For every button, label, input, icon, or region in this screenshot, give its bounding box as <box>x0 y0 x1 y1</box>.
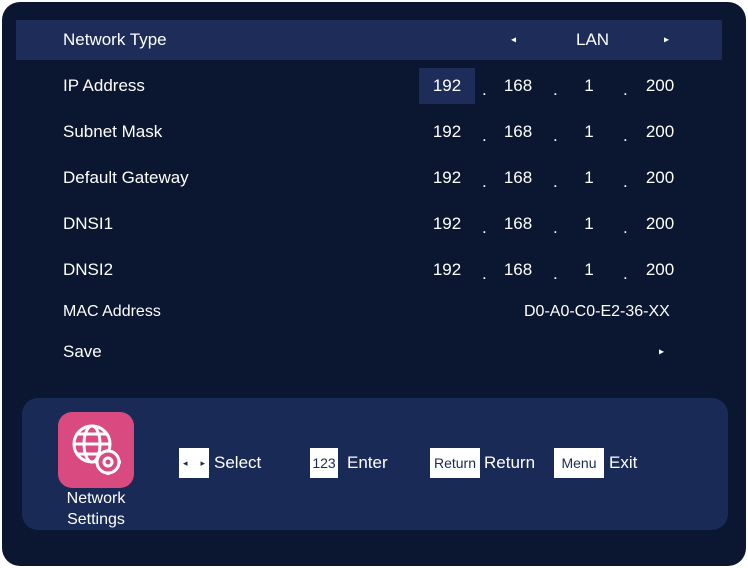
separator-dot: . <box>482 264 487 283</box>
return-hint: Return <box>484 453 536 472</box>
ip-address-row[interactable]: IP Address 192 . 168 . 1 . 200 <box>16 66 722 106</box>
subnet-mask-octet-1[interactable]: 192 <box>419 114 475 150</box>
select-hint: Select <box>214 453 262 472</box>
dns1-row[interactable]: DNSI1 192 . 168 . 1 . 200 <box>16 204 722 244</box>
separator-dot: . <box>623 264 628 283</box>
app-label-line-1: Network <box>66 490 126 507</box>
dns2-row[interactable]: DNSI2 192 . 168 . 1 . 200 <box>16 250 722 290</box>
separator-dot: . <box>553 172 558 191</box>
separator-dot: . <box>482 172 487 191</box>
default-gateway-octet-4[interactable]: 200 <box>632 160 688 196</box>
number-key: 123 <box>310 448 338 478</box>
dns1-octet-3[interactable]: 1 <box>561 206 617 242</box>
separator-dot: . <box>553 218 558 237</box>
dns2-octet-3[interactable]: 1 <box>561 252 617 288</box>
network-type-row[interactable]: Network Type ◂ LAN ▸ <box>16 20 722 60</box>
network-type-label: Network Type <box>63 30 167 49</box>
separator-dot: . <box>623 80 628 99</box>
subnet-mask-octet-2[interactable]: 168 <box>490 114 546 150</box>
default-gateway-label: Default Gateway <box>63 168 189 187</box>
ip-address-octet-2[interactable]: 168 <box>490 68 546 104</box>
app-label-line-2: Settings <box>67 511 125 528</box>
left-right-arrows-icon: ◂ ▸ <box>179 448 209 478</box>
app-label: Network Settings <box>44 488 148 530</box>
separator-dot: . <box>553 80 558 99</box>
network-settings-screen: Network Type ◂ LAN ▸ IP Address 192 . 16… <box>2 2 746 566</box>
save-label: Save <box>63 342 102 361</box>
default-gateway-octet-1[interactable]: 192 <box>419 160 475 196</box>
prev-option-arrow[interactable]: ◂ <box>511 35 516 46</box>
separator-dot: . <box>553 264 558 283</box>
mac-address-label: MAC Address <box>63 303 161 320</box>
separator-dot: . <box>482 218 487 237</box>
default-gateway-octet-3[interactable]: 1 <box>561 160 617 196</box>
dns1-octet-1[interactable]: 192 <box>419 206 475 242</box>
dns1-octet-4[interactable]: 200 <box>632 206 688 242</box>
subnet-mask-label: Subnet Mask <box>63 122 163 141</box>
separator-dot: . <box>623 172 628 191</box>
subnet-mask-row[interactable]: Subnet Mask 192 . 168 . 1 . 200 <box>16 112 722 152</box>
next-option-arrow[interactable]: ▸ <box>664 35 669 46</box>
ip-address-label: IP Address <box>63 76 145 95</box>
return-key: Return <box>430 448 480 478</box>
exit-hint: Exit <box>609 453 638 472</box>
dns2-octet-2[interactable]: 168 <box>490 252 546 288</box>
dns2-octet-4[interactable]: 200 <box>632 252 688 288</box>
dns2-label: DNSI2 <box>63 260 114 279</box>
mac-address-row: MAC Address D0-A0-C0-E2-36-XX <box>16 292 722 332</box>
globe-gear-icon <box>58 412 134 488</box>
menu-key: Menu <box>554 448 604 478</box>
subnet-mask-octet-4[interactable]: 200 <box>632 114 688 150</box>
separator-dot: . <box>623 218 628 237</box>
dns1-label: DNSI1 <box>63 214 114 233</box>
save-row[interactable]: Save ▸ <box>16 332 722 372</box>
subnet-mask-octet-3[interactable]: 1 <box>561 114 617 150</box>
mac-address-value: D0-A0-C0-E2-36-XX <box>524 303 670 320</box>
ip-address-octet-4[interactable]: 200 <box>632 68 688 104</box>
dns2-octet-1[interactable]: 192 <box>419 252 475 288</box>
footer-panel: Network Settings ◂ ▸ Select 123 Enter Ret… <box>22 398 728 530</box>
separator-dot: . <box>482 126 487 145</box>
separator-dot: . <box>482 80 487 99</box>
ip-address-octet-3[interactable]: 1 <box>561 68 617 104</box>
save-arrow-icon[interactable]: ▸ <box>659 347 664 358</box>
enter-hint: Enter <box>347 453 388 472</box>
ip-address-octet-1[interactable]: 192 <box>419 68 475 104</box>
default-gateway-octet-2[interactable]: 168 <box>490 160 546 196</box>
dns1-octet-2[interactable]: 168 <box>490 206 546 242</box>
separator-dot: . <box>553 126 558 145</box>
network-type-value: LAN <box>576 30 610 49</box>
separator-dot: . <box>623 126 628 145</box>
default-gateway-row[interactable]: Default Gateway 192 . 168 . 1 . 200 <box>16 158 722 198</box>
